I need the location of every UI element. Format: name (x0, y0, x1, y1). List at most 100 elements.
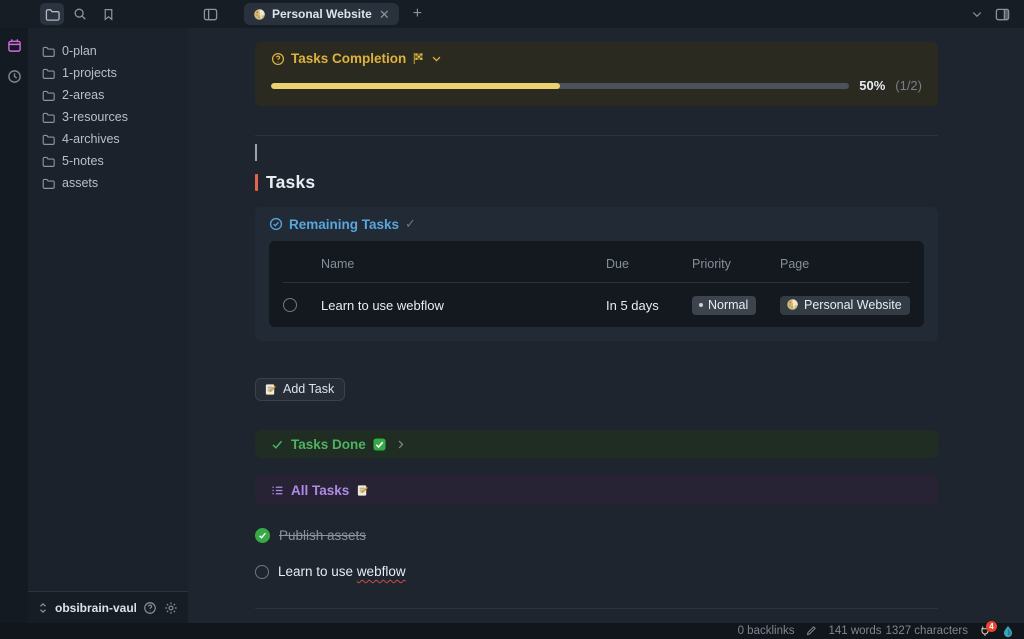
text-cursor (255, 144, 257, 161)
checked-circle-icon[interactable] (255, 528, 270, 543)
clock-icon[interactable] (7, 69, 22, 84)
folder-list: 0-plan 1-projects 2-areas 3-resources 4-… (28, 28, 188, 591)
new-tab-button[interactable]: + (407, 5, 428, 23)
memo-icon (264, 383, 277, 396)
sidebar-item-3-resources[interactable]: 3-resources (28, 106, 188, 128)
edit-pencil-icon[interactable] (805, 625, 817, 637)
folder-label: 5-notes (62, 154, 104, 168)
task-page-cell: Personal Website (780, 296, 910, 315)
folder-label: 1-projects (62, 66, 117, 80)
folder-icon (45, 7, 60, 22)
check-circle-icon (269, 217, 283, 231)
task-priority-cell: Normal (692, 295, 780, 315)
calendar-icon[interactable] (7, 38, 22, 53)
topbar-middle: Personal Website ✕ + (188, 3, 971, 25)
tab-close-icon[interactable]: ✕ (378, 8, 391, 21)
remaining-tasks-table: Name Due Priority Page Learn to use webf… (269, 241, 924, 327)
progress-bar (271, 83, 849, 89)
heading-accent-bar (255, 174, 258, 191)
misspelled-word: webflow (357, 564, 406, 579)
files-toggle-button[interactable] (40, 3, 64, 25)
plugin-status[interactable]: 4 (979, 625, 991, 637)
panel-left-icon (203, 7, 218, 22)
vault-switcher[interactable]: obsibrain-vault (28, 591, 188, 623)
remaining-tasks-title: Remaining Tasks (289, 217, 399, 232)
sidebar-item-5-notes[interactable]: 5-notes (28, 150, 188, 172)
plugin-update-badge: 4 (986, 621, 997, 632)
tasks-completion-callout[interactable]: Tasks Completion 50% (1/2) (255, 42, 938, 106)
checklist-item-done: Publish assets (255, 528, 938, 543)
page-link[interactable]: Personal Website (780, 296, 910, 315)
check-icon (271, 438, 284, 451)
tab-personal-website[interactable]: Personal Website ✕ (244, 3, 399, 25)
folder-label: 3-resources (62, 110, 128, 124)
checklist-item-label[interactable]: Learn to use webflow (278, 564, 406, 579)
sidebar-item-assets[interactable]: assets (28, 172, 188, 194)
add-task-label: Add Task (283, 382, 334, 396)
up-down-arrows-icon (38, 602, 48, 614)
folder-icon (42, 155, 55, 168)
green-check-badge-icon (373, 438, 386, 451)
checklist-item-label[interactable]: Publish assets (279, 528, 366, 543)
left-sidebar-toggle-button[interactable] (198, 3, 222, 25)
progress-fill (271, 83, 560, 89)
task-checkbox[interactable] (283, 298, 297, 312)
tasks-heading: Tasks (255, 172, 938, 193)
column-header-page: Page (780, 257, 910, 271)
all-tasks-callout[interactable]: All Tasks (255, 475, 938, 505)
chevron-down-icon[interactable] (971, 8, 983, 20)
priority-label: Normal (708, 298, 748, 312)
remaining-tasks-title-row[interactable]: Remaining Tasks ✓ (269, 216, 924, 232)
folder-icon (42, 89, 55, 102)
chevron-right-icon[interactable] (395, 439, 406, 450)
bookmark-icon (102, 8, 115, 21)
empty-line[interactable] (255, 143, 938, 161)
sidebar-item-1-projects[interactable]: 1-projects (28, 62, 188, 84)
backlinks-count[interactable]: 0 backlinks (738, 625, 795, 637)
gear-icon[interactable] (164, 601, 178, 615)
tasks-done-title: Tasks Done (291, 437, 366, 452)
tasks-completion-title: Tasks Completion (291, 51, 406, 66)
sync-droplet-icon[interactable] (1002, 625, 1014, 638)
bookmarks-button[interactable] (96, 3, 120, 25)
task-due: In 5 days (606, 298, 692, 313)
obsidian-app: Personal Website ✕ + (0, 0, 1024, 639)
divider (255, 608, 938, 609)
tasks-done-callout[interactable]: Tasks Done (255, 430, 938, 458)
checkered-flag-icon (412, 52, 425, 65)
folder-icon (42, 45, 55, 58)
folder-label: assets (62, 176, 98, 190)
priority-badge[interactable]: Normal (692, 296, 756, 315)
priority-dot-icon (699, 303, 703, 307)
checklist-item-open: Learn to use webflow (255, 564, 938, 579)
table-row: Learn to use webflow In 5 days Normal Pe… (283, 283, 910, 327)
topbar: Personal Website ✕ + (0, 0, 1024, 28)
unchecked-circle-icon[interactable] (255, 565, 269, 579)
tasks-completion-title-row[interactable]: Tasks Completion (271, 51, 922, 66)
sidebar-item-2-areas[interactable]: 2-areas (28, 84, 188, 106)
left-ribbon (0, 28, 28, 623)
vault-name: obsibrain-vault (55, 601, 136, 615)
word-char-count[interactable]: 141 words 1327 characters (828, 625, 968, 637)
folder-label: 0-plan (62, 44, 97, 58)
task-name[interactable]: Learn to use webflow (321, 298, 606, 313)
heading-text: Tasks (266, 172, 315, 193)
column-header-due: Due (606, 257, 692, 271)
divider (255, 135, 938, 136)
tab-title: Personal Website (272, 7, 372, 21)
table-header-row: Name Due Priority Page (283, 245, 910, 283)
word-count: 141 words (828, 625, 881, 637)
folder-label: 4-archives (62, 132, 120, 146)
sidebar-item-0-plan[interactable]: 0-plan (28, 40, 188, 62)
panel-right-icon[interactable] (995, 7, 1010, 22)
chevron-down-icon[interactable] (431, 53, 442, 64)
topbar-left-cluster (0, 3, 188, 25)
page-link-label: Personal Website (804, 298, 902, 312)
progress-fraction: (1/2) (895, 78, 922, 93)
sidebar-item-4-archives[interactable]: 4-archives (28, 128, 188, 150)
help-circle-icon[interactable] (143, 601, 157, 615)
list-icon (271, 484, 284, 497)
add-task-button[interactable]: Add Task (255, 378, 345, 401)
search-button[interactable] (68, 3, 92, 25)
column-header-name: Name (321, 257, 606, 271)
